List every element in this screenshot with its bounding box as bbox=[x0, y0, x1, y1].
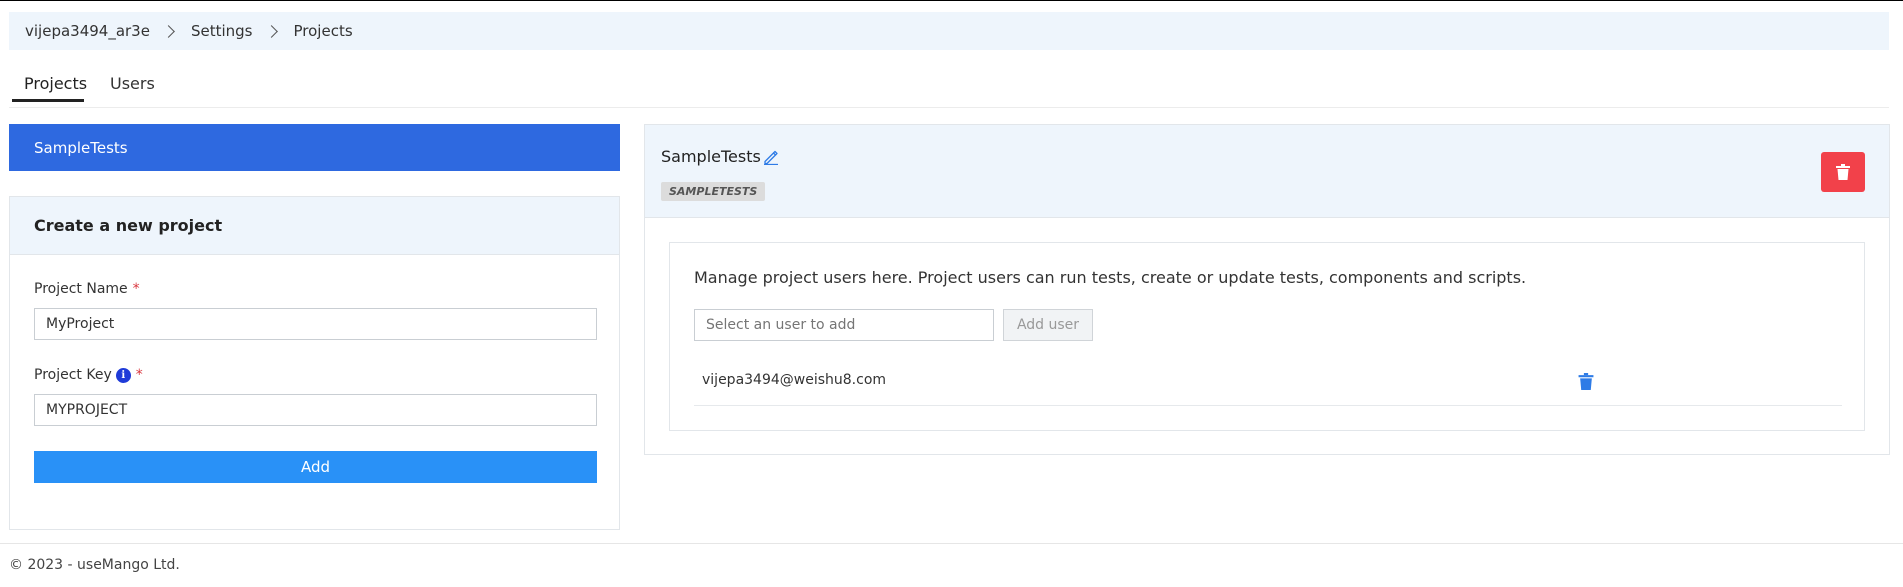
project-user-row: vijepa3494@weishu8.com bbox=[694, 356, 1842, 406]
breadcrumb-projects: Projects bbox=[293, 22, 353, 40]
tab-bar: Projects Users bbox=[9, 58, 1889, 108]
add-user-button[interactable]: Add user bbox=[1003, 309, 1093, 341]
breadcrumb: vijepa3494_ar3e Settings Projects bbox=[9, 12, 1889, 50]
project-user-email: vijepa3494@weishu8.com bbox=[702, 372, 887, 388]
add-project-button[interactable]: Add bbox=[34, 451, 597, 483]
active-tab-indicator bbox=[12, 99, 84, 102]
project-users-box: Manage project users here. Project users… bbox=[669, 242, 1865, 431]
create-project-card: Create a new project Project Name * Proj… bbox=[9, 196, 620, 530]
project-list-item[interactable]: SampleTests bbox=[9, 124, 620, 171]
info-icon[interactable]: i bbox=[115, 367, 131, 383]
project-detail-title: SampleTests bbox=[661, 147, 761, 166]
project-key-label: Project Key i * bbox=[34, 367, 143, 383]
breadcrumb-org[interactable]: vijepa3494_ar3e bbox=[25, 22, 150, 40]
required-mark: * bbox=[135, 367, 143, 383]
tab-users[interactable]: Users bbox=[110, 74, 155, 93]
top-border bbox=[0, 0, 1903, 1]
project-list-item-label: SampleTests bbox=[34, 138, 128, 157]
delete-project-button[interactable] bbox=[1821, 152, 1865, 192]
tab-projects[interactable]: Projects bbox=[24, 74, 87, 93]
edit-pencil-icon[interactable] bbox=[763, 149, 779, 165]
project-name-input[interactable] bbox=[34, 308, 597, 340]
project-key-label-text: Project Key bbox=[34, 367, 112, 383]
chevron-right-icon bbox=[162, 24, 175, 38]
project-key-input[interactable] bbox=[34, 394, 597, 426]
footer-divider bbox=[0, 543, 1903, 544]
project-name-label: Project Name * bbox=[34, 281, 140, 297]
project-key-tag: SAMPLETESTS bbox=[661, 182, 766, 201]
breadcrumb-settings[interactable]: Settings bbox=[191, 22, 253, 40]
trash-icon[interactable] bbox=[1578, 373, 1594, 390]
create-project-title: Create a new project bbox=[10, 197, 619, 255]
required-mark: * bbox=[132, 281, 140, 297]
user-select-input[interactable] bbox=[694, 309, 994, 341]
project-detail-header: SampleTests SAMPLETESTS bbox=[645, 125, 1889, 218]
trash-icon bbox=[1836, 164, 1850, 180]
chevron-right-icon bbox=[264, 24, 278, 38]
project-users-description: Manage project users here. Project users… bbox=[694, 268, 1527, 287]
project-detail-panel: SampleTests SAMPLETESTS Manage project u… bbox=[644, 124, 1890, 455]
footer-copyright: © 2023 - useMango Ltd. bbox=[9, 557, 180, 573]
project-name-label-text: Project Name bbox=[34, 281, 128, 297]
